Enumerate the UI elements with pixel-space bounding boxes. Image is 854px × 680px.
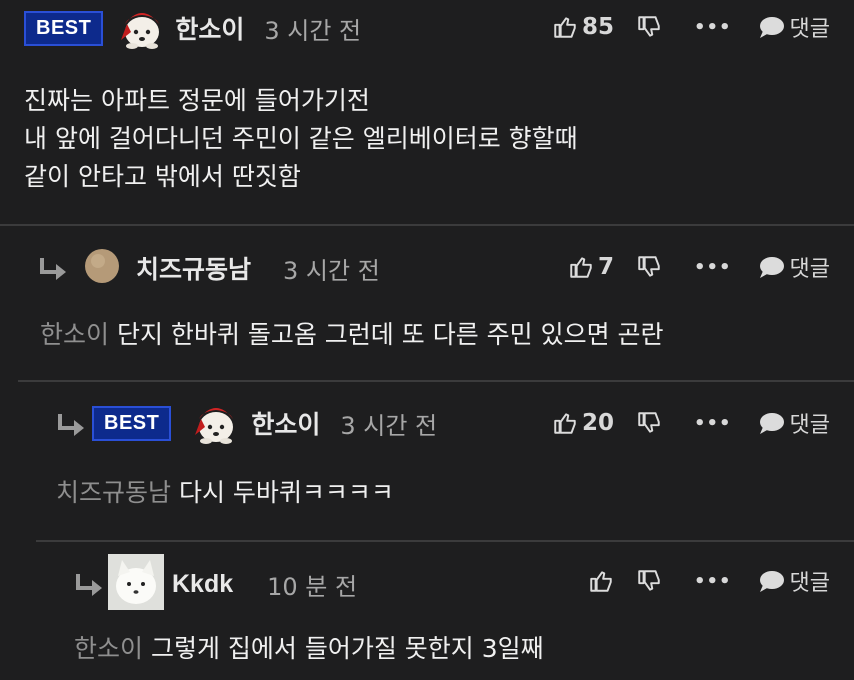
divider (0, 224, 854, 226)
thumbs-down-icon (638, 412, 660, 433)
comment-line: 내 앞에 걸어다니던 주민이 같은 엘리베이터로 향할때 (24, 124, 578, 153)
author-name[interactable]: Kkdk (172, 570, 233, 599)
reply-button[interactable]: 댓글 (758, 565, 830, 597)
thumbs-down-icon (638, 570, 660, 591)
timestamp: 10 분 전 (267, 572, 358, 601)
timestamp: 3 시간 전 (283, 256, 380, 285)
mention[interactable]: 한소이 (40, 320, 109, 349)
like-count: 7 (597, 254, 614, 280)
chat-bubble-icon (759, 571, 784, 592)
reply-label: 댓글 (789, 571, 830, 596)
like-count: 85 (581, 14, 614, 40)
mention[interactable]: 한소이 (74, 634, 143, 663)
author-name[interactable]: 한소이 (251, 405, 320, 441)
reply-label: 댓글 (789, 257, 830, 282)
chat-bubble-icon (759, 17, 784, 38)
comment-line: 진짜는 아파트 정문에 들어가기전 (24, 86, 370, 115)
reply-arrow-icon (58, 414, 84, 436)
thumbs-up-icon (554, 413, 576, 434)
more-icon: ••• (694, 16, 732, 38)
chat-bubble-icon (759, 257, 784, 278)
timestamp: 3 시간 전 (264, 16, 362, 45)
best-badge: BEST (24, 10, 104, 46)
thumbs-down-icon (638, 16, 660, 37)
mention[interactable]: 치즈규동남 (56, 478, 171, 507)
avatar[interactable] (115, 2, 169, 54)
like-button[interactable]: 7 (568, 254, 614, 280)
divider (18, 380, 854, 382)
avatar[interactable] (189, 397, 243, 449)
thumbs-up-icon (570, 257, 592, 278)
thumbs-down-icon (638, 256, 660, 277)
timestamp: 3 시간 전 (340, 411, 438, 440)
author-name[interactable]: 치즈규동남 (136, 250, 251, 286)
like-button[interactable]: 85 (552, 14, 614, 40)
reply-arrow-icon (40, 258, 66, 280)
dislike-button[interactable] (636, 14, 662, 40)
like-button[interactable]: 20 (552, 410, 614, 436)
more-button[interactable]: ••• (694, 571, 732, 592)
reply-label: 댓글 (789, 17, 830, 42)
reply-label: 댓글 (789, 413, 830, 438)
thumbs-up-icon (590, 571, 612, 592)
comment-text: 단지 한바퀴 돌고옴 그런데 또 다른 주민 있으면 곤란 (116, 320, 664, 349)
more-icon: ••• (694, 412, 732, 434)
avatar[interactable] (84, 248, 120, 288)
dislike-button[interactable] (636, 568, 662, 594)
comment-text: 그렇게 집에서 들어가질 못한지 3일째 (150, 634, 544, 663)
thumbs-up-icon (554, 17, 576, 38)
like-button[interactable] (588, 568, 614, 594)
reply-arrow-icon (76, 574, 102, 596)
comment-text: 다시 두바퀴ㅋㅋㅋㅋ (178, 478, 394, 507)
reply-button[interactable]: 댓글 (758, 11, 830, 43)
best-badge: BEST (92, 405, 172, 441)
more-button[interactable]: ••• (694, 413, 732, 434)
author-name[interactable]: 한소이 (175, 10, 244, 46)
like-count: 20 (581, 410, 614, 436)
avatar[interactable] (108, 554, 164, 614)
reply-button[interactable]: 댓글 (758, 407, 830, 439)
more-button[interactable]: ••• (694, 257, 732, 278)
more-button[interactable]: ••• (694, 17, 732, 38)
more-icon: ••• (694, 570, 732, 592)
reply-button[interactable]: 댓글 (758, 251, 830, 283)
chat-bubble-icon (759, 413, 784, 434)
divider (36, 540, 854, 542)
dislike-button[interactable] (636, 254, 662, 280)
more-icon: ••• (694, 256, 732, 278)
dislike-button[interactable] (636, 410, 662, 436)
comment-line: 같이 안타고 밖에서 딴짓함 (24, 162, 301, 191)
